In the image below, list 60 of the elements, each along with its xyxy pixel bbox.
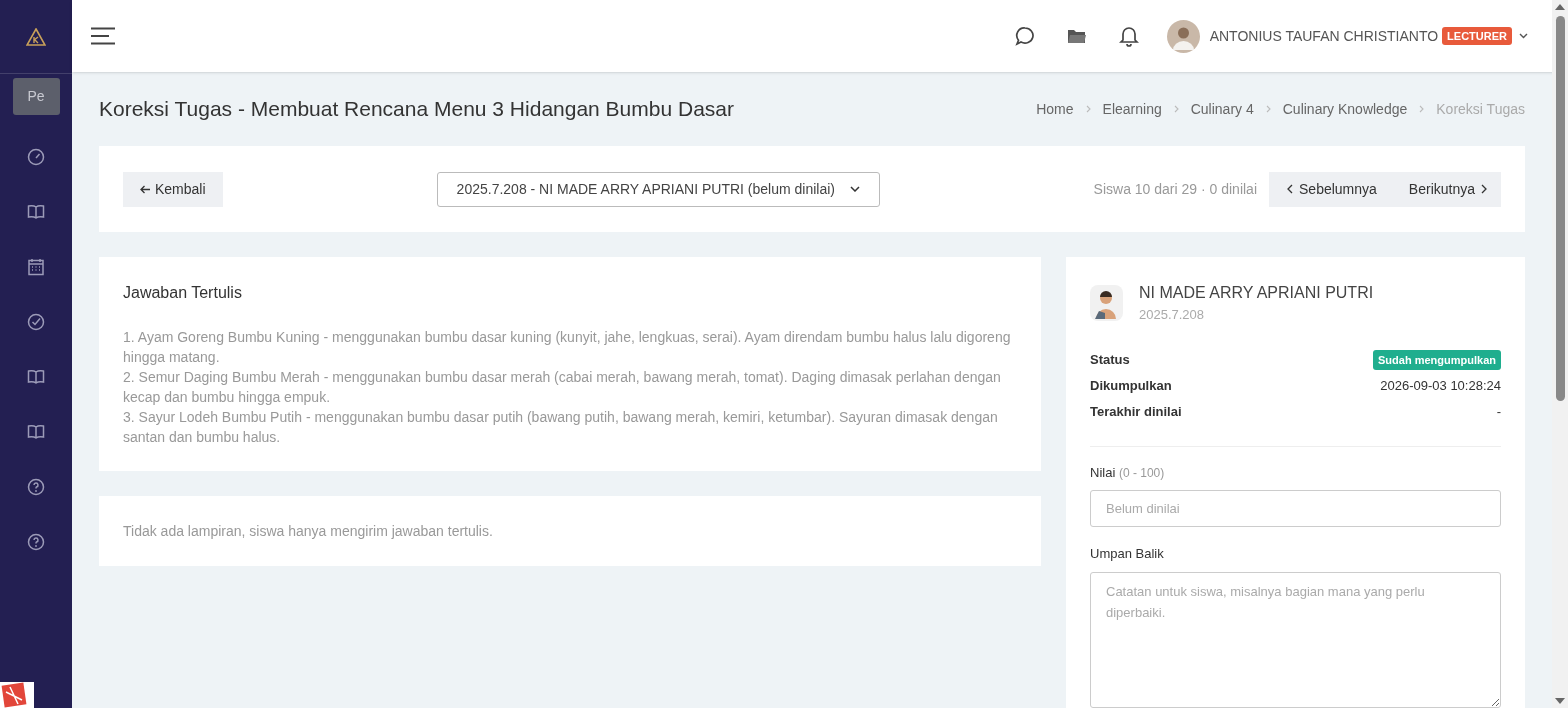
logo-icon — [26, 27, 46, 46]
book-icon[interactable] — [27, 202, 45, 221]
check-circle-icon[interactable] — [27, 312, 45, 331]
role-badge: LECTURER — [1442, 26, 1512, 46]
arrow-left-icon — [140, 184, 151, 194]
student-id: 2025.7.208 — [1139, 306, 1206, 324]
student-name: NI MADE ARRY APRIANI PUTRI — [1139, 283, 1374, 303]
detail-label: Status — [1090, 351, 1130, 370]
chat-icon[interactable] — [1014, 26, 1035, 46]
attachment-note: Tidak ada lampiran, siswa hanya mengirim jawaban tertulis. — [123, 521, 493, 541]
detail-label: Dikumpulkan — [1090, 377, 1172, 396]
breadcrumb-link[interactable]: Elearning — [1102, 98, 1162, 120]
answer-line: 1. Ayam Goreng Bumbu Kuning - menggunakan bumbu dasar kuning (kunyit, jahe, lengkuas, serai). Ayam direndam bumbu halus lalu digoreng hingga matang. — [123, 328, 1012, 367]
field-label: Umpan Balik — [1090, 545, 1164, 563]
chevron-right-icon — [1481, 184, 1487, 194]
sidebar-item[interactable]: Pe — [12, 78, 60, 115]
progress-text: Siswa 10 dari 29 · 0 dinilai — [1093, 179, 1257, 199]
user-avatar[interactable] — [1166, 19, 1200, 53]
detail-label: Terakhir dinilai — [1090, 403, 1182, 422]
field-label: Nilai — [1090, 464, 1116, 480]
breadcrumb-link[interactable]: Culinary 4 — [1190, 98, 1254, 120]
scrollbar[interactable] — [1552, 0, 1568, 708]
back-button[interactable]: Kembali — [123, 171, 223, 207]
scroll-up-icon[interactable] — [1555, 4, 1565, 10]
chevron-right-icon — [1419, 105, 1425, 113]
gauge-icon[interactable] — [27, 147, 45, 166]
chevron-right-icon — [1173, 105, 1179, 113]
folder-icon[interactable] — [1066, 27, 1087, 45]
app-icon — [0, 682, 34, 708]
breadcrumb-link[interactable]: Culinary Knowledge — [1282, 98, 1408, 120]
card-title: Jawaban Tertulis — [123, 283, 243, 303]
field-hint: (0 - 100) — [1118, 465, 1165, 480]
chevron-right-icon — [1265, 105, 1271, 113]
help-icon[interactable] — [27, 477, 45, 496]
status-badge: Sudah mengumpulkan — [1373, 349, 1501, 371]
chevron-down-icon — [849, 186, 860, 192]
previous-button[interactable]: Sebelumnya — [1269, 171, 1395, 207]
scroll-thumb[interactable] — [1555, 16, 1565, 401]
book-icon[interactable] — [27, 422, 45, 441]
page-title: Koreksi Tugas - Membuat Rencana Menu 3 Hidangan Bumbu Dasar — [99, 96, 734, 123]
answer-line: 3. Sayur Lodeh Bumbu Putih - menggunakan bumbu dasar putih (bawang putih, bawang merah, kemiri, ketumbar). Sayuran dimasak dengan santan dan bumbu halus. — [123, 408, 999, 447]
detail-value: 2026-09-03 10:28:24 — [1380, 377, 1501, 396]
score-field[interactable]: Belum dinilai — [1090, 490, 1501, 527]
chevron-right-icon — [1085, 105, 1091, 113]
help-icon[interactable] — [27, 532, 45, 551]
breadcrumb-link[interactable]: Home — [1036, 98, 1074, 120]
calendar-icon[interactable] — [27, 257, 45, 276]
menu-icon[interactable] — [90, 27, 116, 45]
detail-value: - — [1496, 403, 1501, 422]
chevron-down-icon[interactable] — [1519, 33, 1528, 39]
chevron-left-icon — [1287, 184, 1293, 194]
bell-icon[interactable] — [1118, 25, 1139, 47]
next-button[interactable]: Berikutnya — [1394, 171, 1501, 207]
student-select[interactable]: 2025.7.208 - NI MADE ARRY APRIANI PUTRI (belum dinilai) — [436, 171, 880, 207]
user-name[interactable]: ANTONIUS TAUFAN CHRISTIANTO — [1209, 25, 1439, 47]
answer-line: 2. Semur Daging Bumbu Merah - menggunakan bumbu dasar merah (cabai merah, bawang merah, tomat). Daging dimasak perlahan dengan kecap dan bumbu hingga empuk. — [123, 368, 1002, 407]
scroll-down-icon[interactable] — [1555, 698, 1565, 704]
student-avatar — [1090, 284, 1123, 321]
feedback-field[interactable]: Catatan untuk siswa, misalnya bagian mana yang perlu diperbaiki. — [1090, 571, 1501, 708]
book-icon[interactable] — [27, 367, 45, 386]
